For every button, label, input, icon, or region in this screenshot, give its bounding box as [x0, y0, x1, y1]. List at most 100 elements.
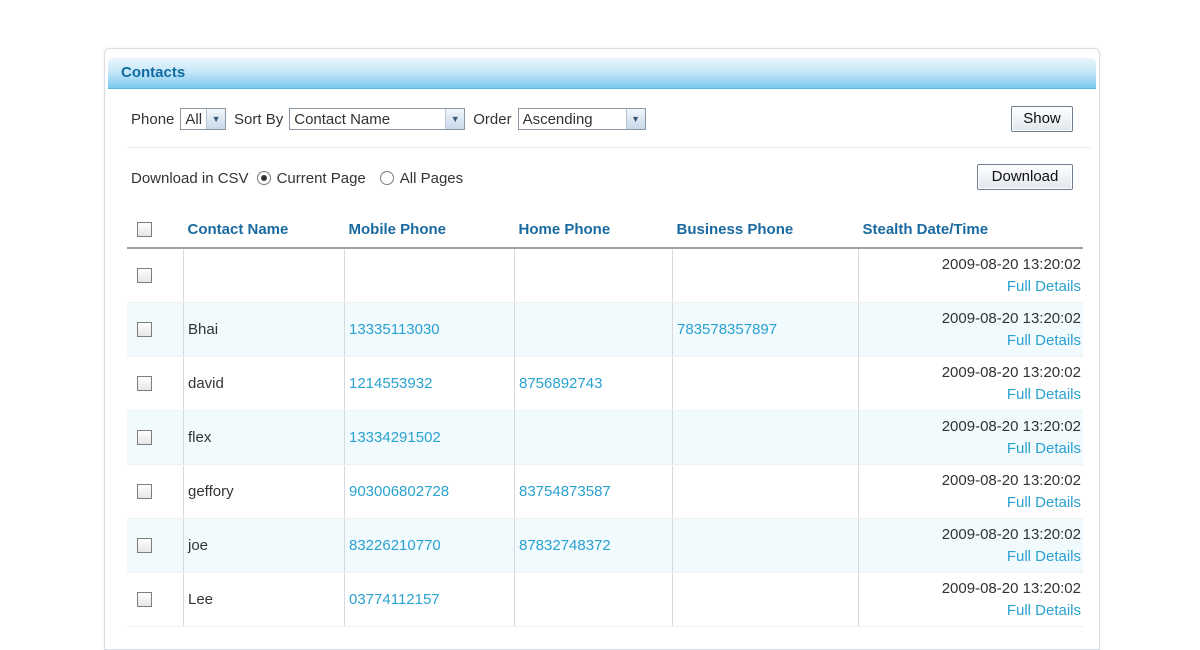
current-page-radio[interactable] [256, 171, 271, 185]
table-row: flex 13334291502 2009-08-20 13:20:02 Full D… [127, 410, 1083, 465]
sortby-select[interactable]: Contact Name ▼ [289, 108, 466, 130]
header-home-phone[interactable]: Home Phone [514, 211, 673, 249]
home-phone[interactable]: 8756892743 [514, 356, 673, 411]
full-details-link[interactable]: Full Details [863, 546, 1081, 568]
stealth-datetime-cell: 2009-08-20 13:20:02 Full Details [858, 248, 1083, 303]
stealth-datetime-cell: 2009-08-20 13:20:02 Full Details [858, 518, 1083, 573]
contact-name: flex [183, 410, 345, 465]
home-phone[interactable]: 83754873587 [514, 464, 673, 519]
current-page-label[interactable]: Current Page [277, 170, 366, 187]
home-phone[interactable] [514, 302, 673, 357]
full-details-link[interactable]: Full Details [863, 276, 1081, 298]
business-phone[interactable] [672, 410, 859, 465]
header-business-phone[interactable]: Business Phone [672, 211, 859, 249]
phone-label: Phone [131, 110, 175, 128]
mobile-phone[interactable]: 83226210770 [344, 518, 515, 573]
sortby-select-value: Contact Name [294, 111, 391, 128]
stealth-datetime: 2009-08-20 13:20:02 [941, 579, 1081, 597]
chevron-down-icon[interactable]: ▼ [625, 109, 645, 129]
row-checkbox[interactable] [137, 484, 152, 499]
phone-select[interactable]: All ▼ [180, 108, 227, 130]
business-phone[interactable] [672, 356, 859, 411]
download-button[interactable]: Download [977, 164, 1073, 190]
header-mobile-phone[interactable]: Mobile Phone [344, 211, 515, 249]
full-details-link[interactable]: Full Details [863, 384, 1081, 406]
chevron-down-icon[interactable]: ▼ [206, 109, 226, 129]
order-select-value: Ascending [522, 111, 593, 128]
header-contact-name[interactable]: Contact Name [183, 211, 345, 249]
download-bar: Download in CSV Current Page All Pages [131, 167, 463, 189]
filter-bar: Phone All ▼ Sort By Contact Name ▼ Order… [131, 105, 654, 133]
mobile-phone[interactable]: 1214553932 [344, 356, 515, 411]
contact-name: geffory [183, 464, 345, 519]
stealth-datetime: 2009-08-20 13:20:02 [941, 309, 1081, 327]
select-all-checkbox[interactable] [137, 221, 152, 237]
business-phone[interactable] [672, 518, 859, 573]
stealth-datetime-cell: 2009-08-20 13:20:02 Full Details [858, 356, 1083, 411]
contact-name [183, 248, 345, 303]
business-phone[interactable]: 783578357897 [672, 302, 859, 357]
panel-title: Contacts [121, 64, 186, 81]
row-select-cell [127, 248, 184, 303]
stealth-datetime: 2009-08-20 13:20:02 [941, 417, 1081, 435]
stealth-datetime: 2009-08-20 13:20:02 [941, 525, 1081, 543]
order-select[interactable]: Ascending ▼ [517, 108, 646, 130]
all-pages-radio[interactable] [379, 171, 394, 185]
home-phone[interactable]: 87832748372 [514, 518, 673, 573]
row-checkbox[interactable] [137, 376, 152, 391]
row-checkbox[interactable] [137, 322, 152, 337]
row-select-cell [127, 410, 184, 465]
contact-name: Bhai [183, 302, 345, 357]
stealth-datetime-cell: 2009-08-20 13:20:02 Full Details [858, 572, 1083, 627]
header-stealth-datetime[interactable]: Stealth Date/Time [858, 211, 1083, 249]
contacts-panel: Contacts Phone All ▼ Sort By Contact Nam… [104, 48, 1100, 650]
row-select-cell [127, 572, 184, 627]
stealth-datetime-cell: 2009-08-20 13:20:02 Full Details [858, 302, 1083, 357]
select-all-header [127, 211, 184, 249]
full-details-link[interactable]: Full Details [863, 600, 1081, 622]
table-row: 2009-08-20 13:20:02 Full Details [127, 248, 1083, 303]
row-checkbox[interactable] [137, 430, 152, 445]
table-row: Lee 03774112157 2009-08-20 13:20:02 Full De… [127, 572, 1083, 627]
mobile-phone[interactable]: 903006802728 [344, 464, 515, 519]
phone-select-value: All [185, 111, 203, 128]
full-details-link[interactable]: Full Details [863, 330, 1081, 352]
mobile-phone[interactable]: 03774112157 [344, 572, 515, 627]
row-select-cell [127, 464, 184, 519]
row-checkbox[interactable] [137, 538, 152, 553]
show-button[interactable]: Show [1011, 106, 1073, 132]
full-details-link[interactable]: Full Details [863, 438, 1081, 460]
sortby-label: Sort By [234, 110, 284, 128]
stealth-datetime: 2009-08-20 13:20:02 [941, 255, 1081, 273]
chevron-down-icon[interactable]: ▼ [445, 109, 465, 129]
business-phone[interactable] [672, 572, 859, 627]
download-label: Download in CSV [131, 169, 249, 187]
contact-name: david [183, 356, 345, 411]
stealth-datetime-cell: 2009-08-20 13:20:02 Full Details [858, 410, 1083, 465]
business-phone[interactable] [672, 464, 859, 519]
row-checkbox[interactable] [137, 268, 152, 283]
mobile-phone[interactable]: 13334291502 [344, 410, 515, 465]
table-row: david 1214553932 8756892743 2009-08-20 13:2… [127, 356, 1083, 411]
contact-name: joe [183, 518, 345, 573]
stealth-datetime: 2009-08-20 13:20:02 [941, 471, 1081, 489]
row-select-cell [127, 302, 184, 357]
stealth-datetime-cell: 2009-08-20 13:20:02 Full Details [858, 464, 1083, 519]
panel-title-bar: Contacts [108, 58, 1096, 89]
contact-name: Lee [183, 572, 345, 627]
table-row: joe 83226210770 87832748372 2009-08-20 13:2… [127, 518, 1083, 573]
table-row: geffory 903006802728 83754873587 2009-08-20… [127, 464, 1083, 519]
divider [127, 147, 1091, 148]
home-phone[interactable] [514, 410, 673, 465]
row-checkbox[interactable] [137, 592, 152, 607]
home-phone[interactable] [514, 572, 673, 627]
all-pages-label[interactable]: All Pages [400, 170, 463, 187]
table-header-row: Contact Name Mobile Phone Home Phone Bus… [127, 211, 1083, 249]
mobile-phone[interactable] [344, 248, 515, 303]
business-phone[interactable] [672, 248, 859, 303]
mobile-phone[interactable]: 13335113030 [344, 302, 515, 357]
home-phone[interactable] [514, 248, 673, 303]
row-select-cell [127, 518, 184, 573]
full-details-link[interactable]: Full Details [863, 492, 1081, 514]
order-label: Order [473, 110, 512, 128]
